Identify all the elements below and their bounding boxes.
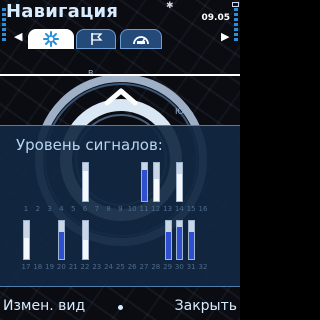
signal-bar-track [188, 220, 196, 260]
compass-east-label: Ю [175, 107, 184, 116]
view-tabs: ◀ ▶ [0, 27, 240, 76]
signal-bar-fill [189, 231, 195, 259]
signal-bar-fill [177, 226, 183, 259]
clock: 09.05 [201, 13, 230, 23]
battery-icon [232, 2, 239, 7]
tab-trip[interactable] [120, 29, 162, 49]
signal-bar-track [164, 220, 172, 260]
signal-bar-track [176, 162, 184, 202]
signal-bar-fill [153, 178, 159, 201]
compass-rose-icon [43, 31, 59, 47]
satellite-number: 32 [198, 263, 208, 271]
signal-bar-fill [165, 231, 171, 259]
signal-bar-track [141, 162, 148, 202]
heading-arrow-icon [104, 88, 138, 106]
tab-left-arrow-icon[interactable]: ◀ [14, 30, 22, 43]
close-softkey[interactable]: Закрыть [175, 298, 237, 314]
signal-levels-panel: Уровень сигналов: 1 2 3 4 5 6 7 8 9 10 11 12 13 14 15 1… [0, 125, 240, 287]
signal-bar-fill [24, 238, 29, 259]
signal-bar-fill [177, 174, 183, 201]
status-bar: Навигация ✱ 09.05 [0, 0, 240, 26]
change-view-softkey[interactable]: Измен. вид [3, 298, 85, 314]
signal-bar-track [58, 220, 66, 260]
flag-icon [91, 33, 103, 45]
tab-compass[interactable] [28, 29, 74, 49]
satellite-number: 16 [198, 205, 208, 213]
signal-bar-fill [83, 240, 88, 259]
signal-bar-track [82, 162, 89, 202]
app-title: Навигация [6, 1, 119, 22]
tab-right-arrow-icon[interactable]: ▶ [221, 30, 229, 43]
signal-bar-fill [83, 171, 88, 201]
signal-bar-track [152, 162, 160, 202]
center-softkey-dot[interactable] [118, 305, 123, 310]
signal-bar-track [176, 220, 184, 260]
tabs-underline [0, 74, 240, 76]
panel-title: Уровень сигналов: [16, 136, 163, 154]
softkey-bar: Измен. вид Закрыть [0, 296, 240, 320]
speedometer-icon [133, 36, 149, 45]
signal-bar-track [23, 220, 30, 260]
signal-bar-fill [142, 169, 147, 201]
tab-landmarks[interactable] [76, 29, 116, 49]
navigation-screen: В Ю Навигация ✱ 09.05 ◀ [0, 0, 240, 320]
signal-bar-track [82, 220, 89, 260]
bluetooth-icon: ✱ [166, 1, 174, 11]
signal-bar-fill [59, 231, 65, 259]
